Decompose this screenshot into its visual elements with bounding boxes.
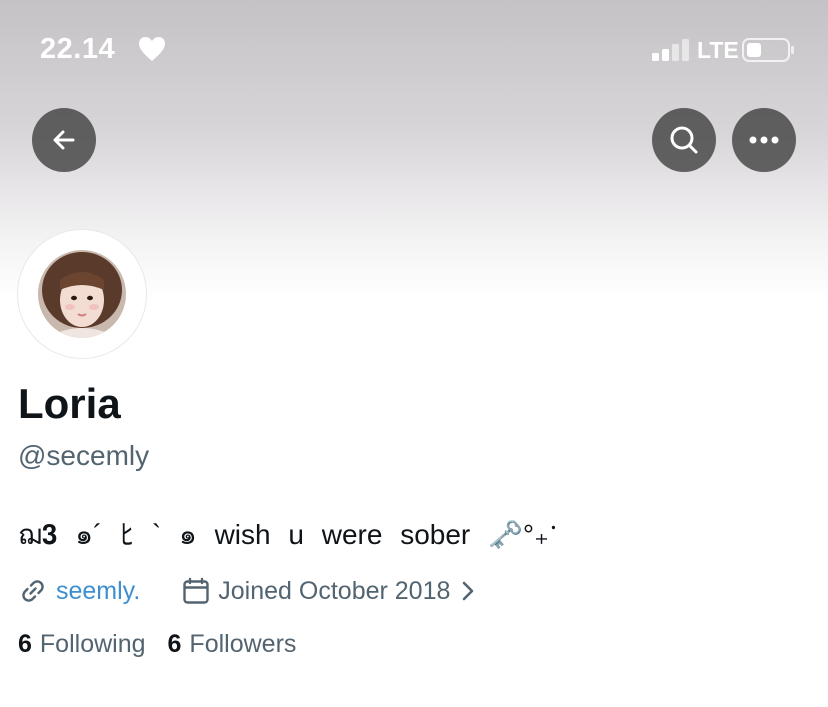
back-button[interactable]: [32, 108, 96, 172]
back-arrow-icon: [53, 130, 75, 150]
heart-icon: [138, 36, 166, 67]
search-icon: [670, 126, 698, 154]
network-type: LTE: [697, 37, 739, 63]
profile-bio: ฌ𝟑 ๑´ ﾋ ` ๑ wish u were sober 🗝️°₊ॱ: [18, 519, 558, 550]
status-time: 22.14: [40, 33, 116, 65]
battery-icon: [742, 38, 796, 67]
link-icon: [22, 580, 44, 602]
more-options-button[interactable]: [732, 108, 796, 172]
signal-icon: [652, 38, 690, 67]
profile-meta: seemly. Joined October 2018: [18, 573, 476, 609]
website-link[interactable]: seemly.: [56, 577, 140, 606]
profile-avatar[interactable]: [17, 229, 147, 359]
following-count: 6: [18, 630, 32, 658]
avatar-image: [38, 250, 126, 338]
search-button[interactable]: [652, 108, 716, 172]
followers-label: Followers: [189, 630, 297, 658]
more-icon: [749, 136, 779, 144]
calendar-icon: [183, 577, 209, 604]
followers-count: 6: [167, 630, 182, 658]
user-handle: @secemly: [18, 440, 150, 471]
following-stat[interactable]: 6 Following: [18, 630, 146, 659]
join-date: Joined October 2018: [218, 576, 451, 605]
following-label: Following: [39, 630, 146, 658]
chevron-right-icon[interactable]: [460, 579, 476, 603]
followers-stat[interactable]: 6 Followers: [168, 630, 297, 659]
follow-stats: 6 Following 6 Followers: [18, 630, 296, 659]
display-name: Loria: [18, 380, 121, 427]
